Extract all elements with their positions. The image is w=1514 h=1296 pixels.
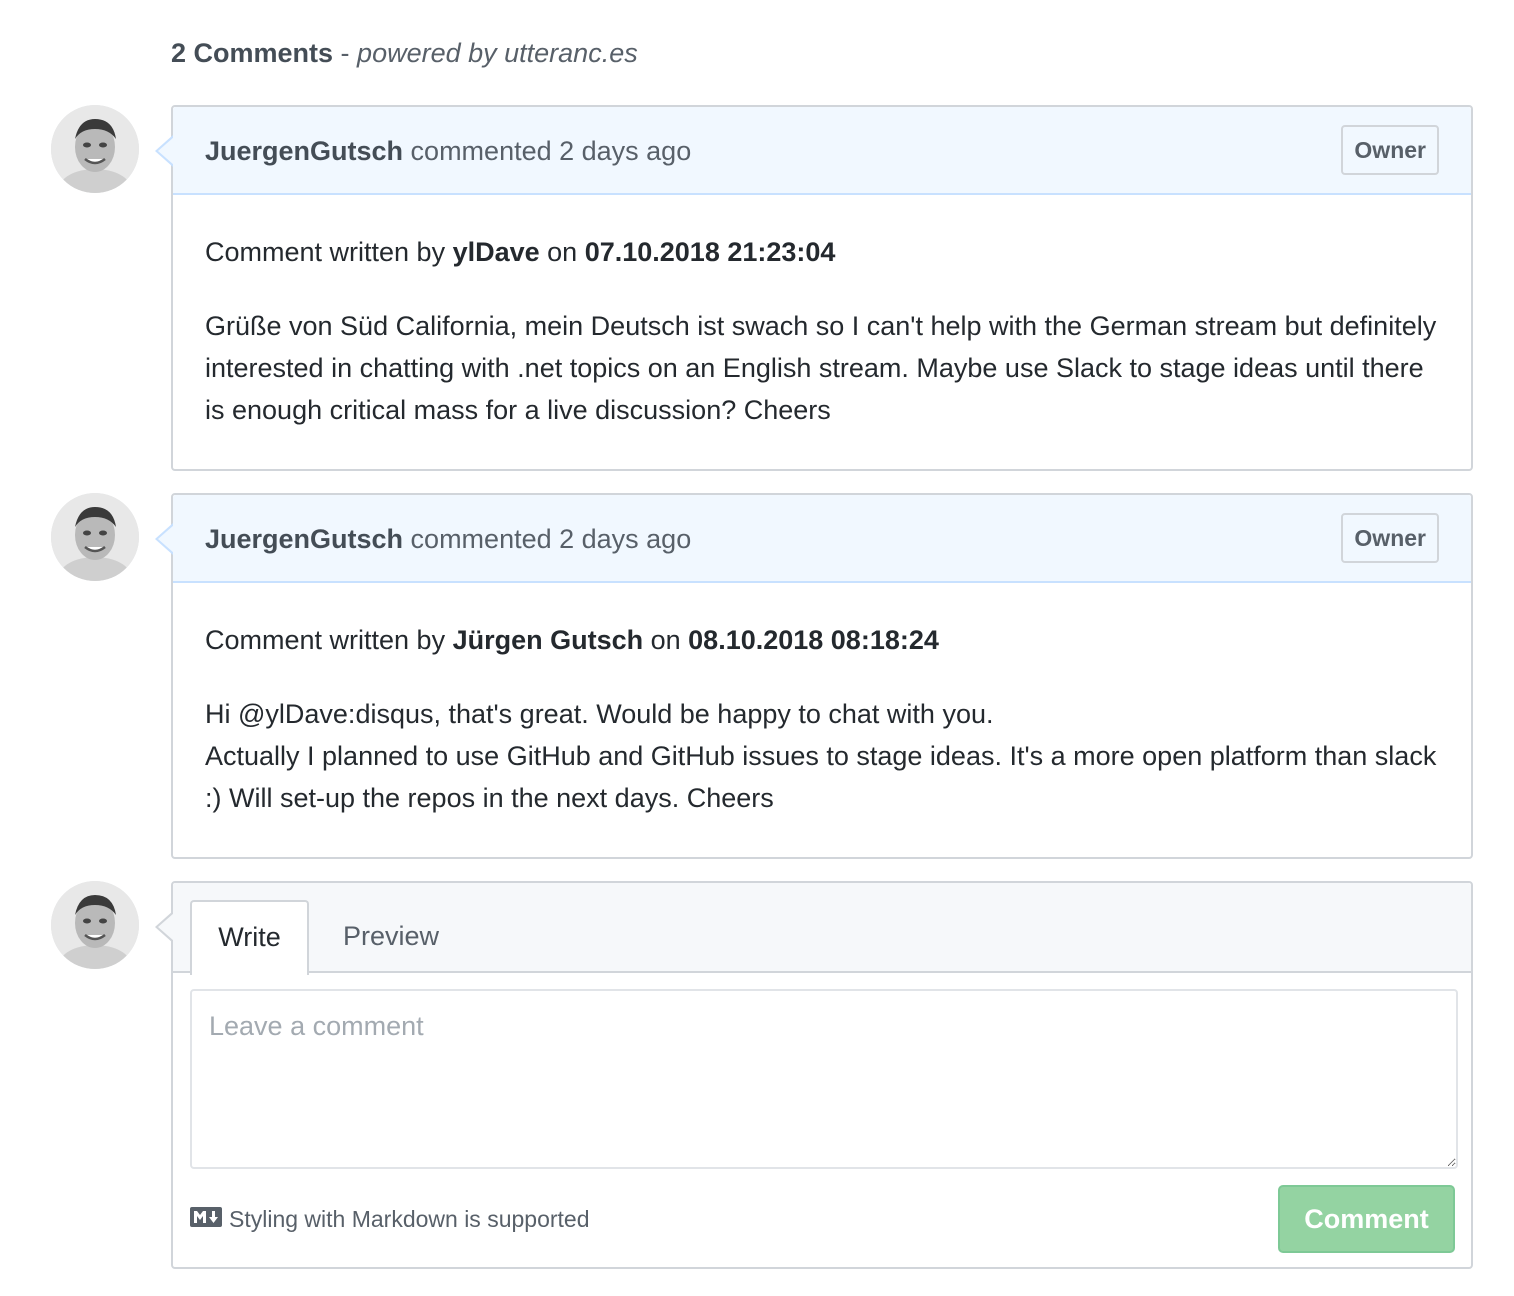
tab-preview[interactable]: Preview [323, 900, 459, 973]
comment-card: JuergenGutsch commented 2 days ago Owner… [155, 105, 1473, 471]
byline-prefix: Comment written by [205, 237, 453, 267]
comment-body: Comment written by ylDave on 07.10.2018 … [173, 195, 1471, 469]
comment-text-line: Hi @ylDave:disqus, that's great. Would b… [205, 699, 994, 729]
submit-comment-button[interactable]: Comment [1278, 1185, 1455, 1253]
comment-textarea[interactable] [190, 989, 1458, 1169]
tab-write[interactable]: Write [190, 900, 309, 975]
comment-author-link[interactable]: JuergenGutsch [205, 136, 403, 166]
byline-name: ylDave [452, 237, 540, 267]
comment-count: 2 Comments [171, 38, 334, 68]
byline-prefix: Comment written by [205, 625, 453, 655]
powered-by-link[interactable]: powered by utteranc.es [357, 38, 638, 68]
comment-pointer-fill [158, 525, 174, 553]
comment-meta: JuergenGutsch commented 2 days ago [205, 522, 691, 556]
byline-name: Jürgen Gutsch [452, 625, 644, 655]
byline-on: on [643, 625, 689, 655]
markdown-icon [190, 1204, 222, 1234]
user-avatar-icon [51, 105, 139, 193]
owner-badge: Owner [1341, 513, 1439, 563]
comment-meta: JuergenGutsch commented 2 days ago [205, 134, 691, 168]
avatar[interactable] [51, 493, 139, 581]
comment-byline: Comment written by Jürgen Gutsch on 08.1… [205, 619, 1439, 661]
header-separator: - [333, 38, 358, 68]
comment-header: JuergenGutsch commented 2 days ago Owner [155, 107, 1471, 195]
comment-body: Comment written by Jürgen Gutsch on 08.1… [173, 583, 1471, 857]
byline-date: 08.10.2018 08:18:24 [688, 625, 939, 655]
new-comment-form: Write Preview Styling with Markdown is s… [155, 881, 1473, 1269]
comment-pointer-fill [158, 137, 174, 165]
markdown-hint-text: Styling with Markdown is supported [229, 1206, 590, 1232]
comment-timestamp[interactable]: commented 2 days ago [403, 524, 692, 554]
comments-header: 2 Comments - powered by utteranc.es [171, 34, 638, 72]
markdown-hint[interactable]: Styling with Markdown is supported [190, 1204, 590, 1234]
byline-on: on [539, 237, 585, 267]
avatar[interactable] [51, 881, 139, 969]
byline-date: 07.10.2018 21:23:04 [584, 237, 836, 267]
owner-badge: Owner [1341, 125, 1439, 175]
comment-header: JuergenGutsch commented 2 days ago Owner [155, 495, 1471, 583]
comment-text: Grüße von Süd California, mein Deutsch i… [205, 311, 1437, 425]
comment-pointer-fill [158, 913, 174, 941]
comment-text-line: Actually I planned to use GitHub and Git… [205, 741, 1437, 813]
user-avatar-icon [51, 881, 139, 969]
editor-tabs-bar: Write Preview [155, 883, 1471, 975]
comment-byline: Comment written by ylDave on 07.10.2018 … [205, 231, 1439, 273]
comment-card: JuergenGutsch commented 2 days ago Owner… [155, 493, 1473, 859]
user-avatar-icon [51, 493, 139, 581]
avatar[interactable] [51, 105, 139, 193]
comment-timestamp[interactable]: commented 2 days ago [403, 136, 692, 166]
comment-author-link[interactable]: JuergenGutsch [205, 524, 403, 554]
